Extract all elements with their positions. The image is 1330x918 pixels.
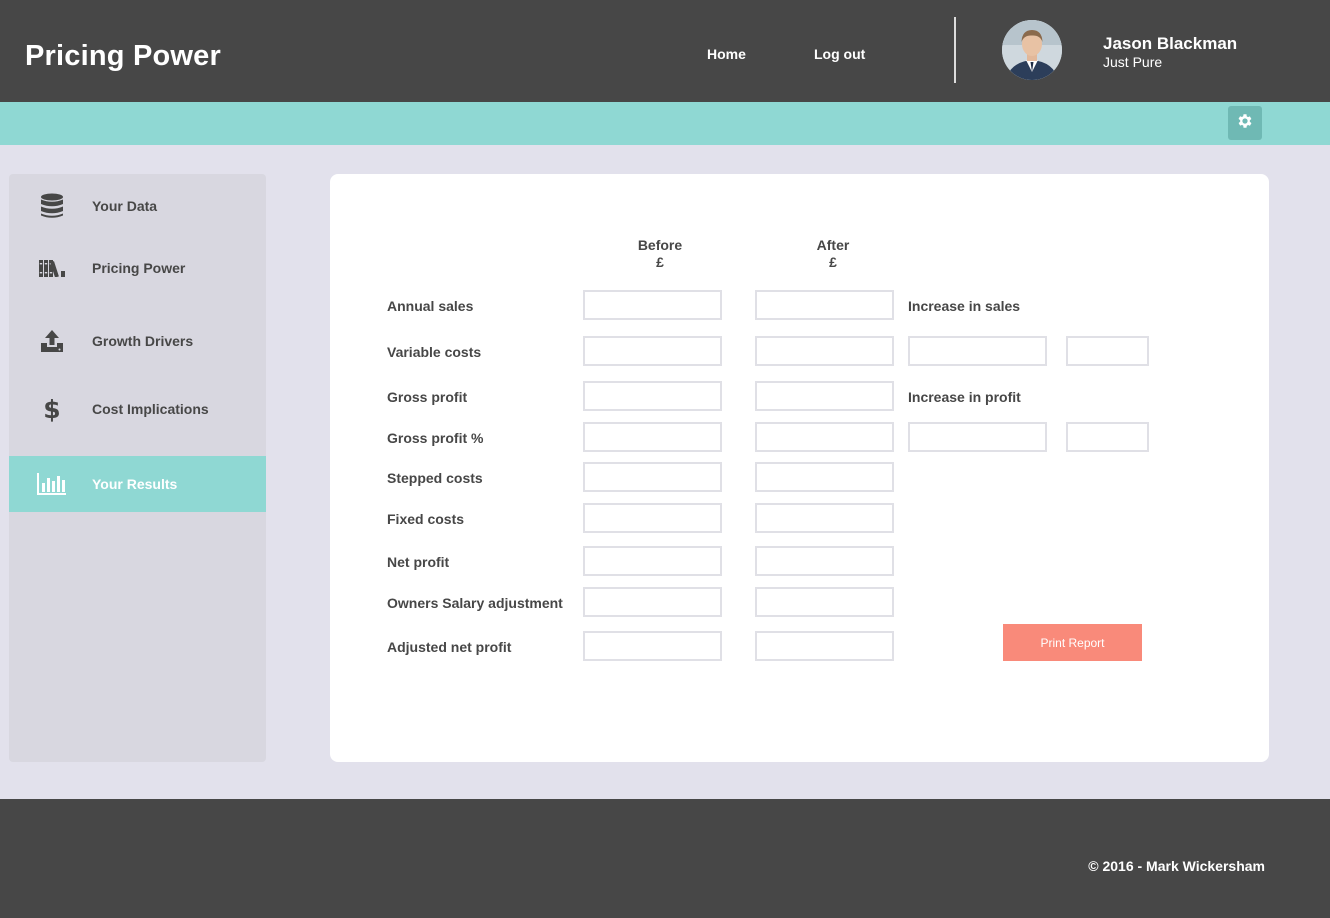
print-report-button[interactable]: Print Report xyxy=(1003,624,1142,661)
row-label-stepped-costs: Stepped costs xyxy=(387,470,483,486)
sidebar-item-label: Cost Implications xyxy=(92,401,209,417)
owners-salary-adjustment-after-field[interactable] xyxy=(755,587,894,617)
app-header: Pricing Power Home Log out Jason Blackma… xyxy=(0,0,1330,102)
variable-costs-after-field[interactable] xyxy=(755,336,894,366)
toolbar xyxy=(0,102,1330,145)
row-label-net-profit: Net profit xyxy=(387,554,450,570)
increase-in-sales-percent-field[interactable] xyxy=(1066,336,1149,366)
increase-in-profit-amount-field[interactable] xyxy=(908,422,1047,452)
increase-in-profit-label: Increase in profit xyxy=(908,389,1021,405)
sidebar-item-your-results[interactable]: Your Results xyxy=(9,456,266,512)
nav-logout-link[interactable]: Log out xyxy=(814,46,865,62)
dollar-icon: $ xyxy=(37,395,67,423)
increase-in-sales-label: Increase in sales xyxy=(908,298,1021,314)
gear-icon xyxy=(1236,112,1254,135)
sidebar-item-label: Your Results xyxy=(92,476,178,492)
user-company: Just Pure xyxy=(1103,54,1163,70)
adjusted-net-profit-after-field[interactable] xyxy=(755,631,894,661)
gross-profit-percent-after-field[interactable] xyxy=(755,422,894,452)
column-header-after: After £ xyxy=(783,237,883,271)
column-header-label: After xyxy=(816,237,850,253)
net-profit-before-field[interactable] xyxy=(583,546,722,576)
app-title: Pricing Power xyxy=(25,40,221,72)
sidebar-item-your-data[interactable]: Your Data xyxy=(9,178,266,234)
owners-salary-adjustment-before-field[interactable] xyxy=(583,587,722,617)
sidebar-item-label: Pricing Power xyxy=(92,260,186,276)
header-divider xyxy=(954,17,956,83)
column-header-unit: £ xyxy=(829,254,837,270)
database-icon xyxy=(37,192,67,220)
sidebar-item-cost-implications[interactable]: $ Cost Implications xyxy=(9,381,266,437)
sidebar-item-label: Growth Drivers xyxy=(92,333,194,349)
increase-in-sales-amount-field[interactable] xyxy=(908,336,1047,366)
column-header-label: Before xyxy=(637,237,683,253)
gross-profit-after-field[interactable] xyxy=(755,381,894,411)
annual-sales-after-field[interactable] xyxy=(755,290,894,320)
column-header-before: Before £ xyxy=(610,237,710,271)
bar-chart-icon xyxy=(37,470,67,498)
fixed-costs-before-field[interactable] xyxy=(583,503,722,533)
sidebar: Your Data Pricing Power Growth Drivers $… xyxy=(9,174,266,762)
row-label-annual-sales: Annual sales xyxy=(387,298,474,314)
svg-text:$: $ xyxy=(44,395,60,423)
settings-button[interactable] xyxy=(1228,106,1262,140)
gross-profit-percent-before-field[interactable] xyxy=(583,422,722,452)
row-label-gross-profit: Gross profit xyxy=(387,389,468,405)
row-label-fixed-costs: Fixed costs xyxy=(387,511,465,527)
row-label-variable-costs: Variable costs xyxy=(387,344,482,360)
stepped-costs-after-field[interactable] xyxy=(755,462,894,492)
fixed-costs-after-field[interactable] xyxy=(755,503,894,533)
column-header-unit: £ xyxy=(656,254,664,270)
books-icon xyxy=(37,254,67,282)
sidebar-item-label: Your Data xyxy=(92,198,158,214)
annual-sales-before-field[interactable] xyxy=(583,290,722,320)
stepped-costs-before-field[interactable] xyxy=(583,462,722,492)
net-profit-after-field[interactable] xyxy=(755,546,894,576)
row-label-adjusted-net-profit: Adjusted net profit xyxy=(387,639,512,655)
gross-profit-before-field[interactable] xyxy=(583,381,722,411)
variable-costs-before-field[interactable] xyxy=(583,336,722,366)
adjusted-net-profit-before-field[interactable] xyxy=(583,631,722,661)
upload-icon xyxy=(37,327,67,355)
copyright-text: © 2016 - Mark Wickersham xyxy=(1088,858,1265,874)
increase-in-profit-percent-field[interactable] xyxy=(1066,422,1149,452)
user-name: Jason Blackman xyxy=(1103,34,1238,53)
sidebar-item-pricing-power[interactable]: Pricing Power xyxy=(9,240,266,296)
nav-home-link[interactable]: Home xyxy=(707,46,746,62)
sidebar-item-growth-drivers[interactable]: Growth Drivers xyxy=(9,313,266,369)
row-label-owners-salary-adjustment: Owners Salary adjustment xyxy=(387,595,563,611)
user-avatar[interactable] xyxy=(1002,20,1062,80)
row-label-gross-profit-percent: Gross profit % xyxy=(387,430,484,446)
